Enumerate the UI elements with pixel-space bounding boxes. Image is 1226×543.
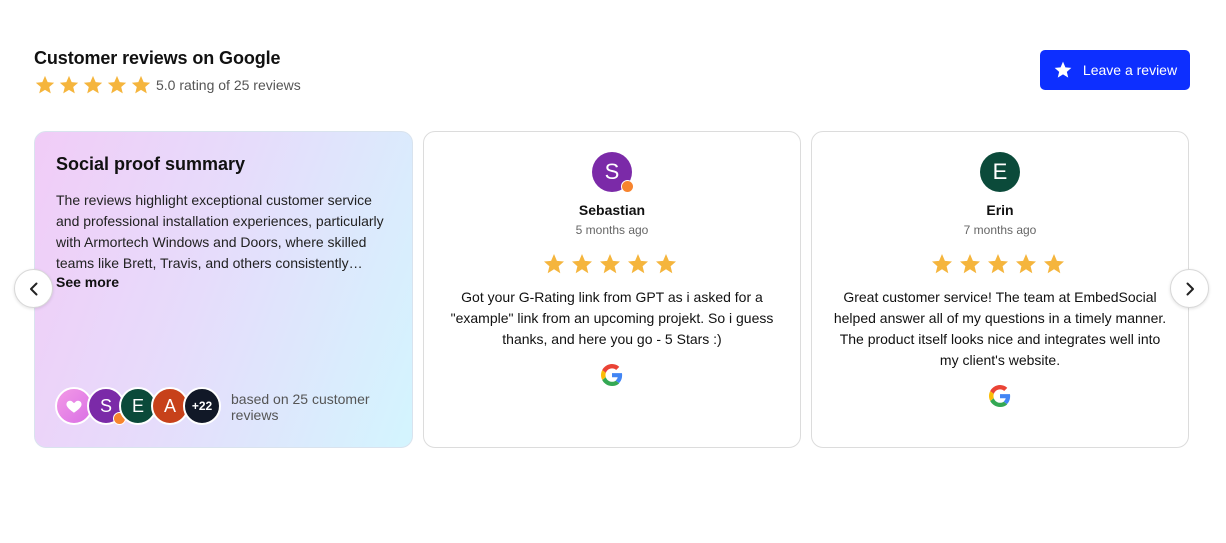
- review-star-rating: [812, 252, 1188, 276]
- star-icon: [598, 252, 626, 276]
- review-card: E Erin 7 months ago Great customer servi…: [811, 131, 1189, 448]
- star-icon: [654, 252, 682, 276]
- review-star-rating: [424, 252, 800, 276]
- reviews-header: Customer reviews on Google 5.0 rating of…: [34, 48, 1190, 100]
- review-time: 5 months ago: [575, 223, 649, 237]
- review-text: Got your G-Rating link from GPT as i ask…: [450, 289, 774, 347]
- star-icon: [570, 252, 598, 276]
- star-icon: [626, 252, 654, 276]
- review-time: 7 months ago: [963, 223, 1037, 237]
- summary-title: Social proof summary: [56, 154, 246, 174]
- reviewer-name: Erin: [986, 202, 1014, 218]
- overall-star-rating: [34, 74, 154, 96]
- star-icon: [1054, 61, 1072, 78]
- google-icon: [989, 385, 1011, 407]
- star-icon: [986, 252, 1014, 276]
- more-reviewers-count: +22: [183, 387, 221, 425]
- leave-review-button[interactable]: Leave a review: [1040, 50, 1190, 90]
- star-icon: [958, 252, 986, 276]
- badge-icon: [621, 180, 634, 193]
- star-icon: [1014, 252, 1042, 276]
- star-icon: [82, 74, 106, 96]
- heart-icon: [66, 400, 82, 413]
- summary-text: The reviews highlight exceptional custom…: [56, 192, 384, 271]
- rating-summary-text: 5.0 rating of 25 reviews: [156, 77, 301, 93]
- star-icon: [130, 74, 154, 96]
- carousel-next-button[interactable]: [1170, 269, 1209, 308]
- overall-rating: 5.0 rating of 25 reviews: [34, 74, 301, 96]
- review-card: S Sebastian 5 months ago Got your G-Rati…: [423, 131, 801, 448]
- star-icon: [542, 252, 570, 276]
- leave-review-label: Leave a review: [1082, 62, 1178, 78]
- avatar: E: [980, 152, 1020, 192]
- reviewer-name: Sebastian: [578, 202, 646, 218]
- star-icon: [58, 74, 82, 96]
- star-icon: [1042, 252, 1070, 276]
- chevron-right-icon: [1186, 282, 1194, 295]
- google-icon: [601, 364, 623, 386]
- star-icon: [34, 74, 58, 96]
- based-on-text: based on 25 customer reviews: [231, 391, 370, 423]
- reviewer-avatars: S E A +22: [55, 387, 221, 425]
- see-more-link[interactable]: See more: [56, 274, 119, 290]
- social-proof-summary-card: Social proof summary The reviews highlig…: [34, 131, 413, 448]
- page-title: Customer reviews on Google: [34, 48, 281, 68]
- chevron-left-icon: [29, 282, 37, 295]
- star-icon: [106, 74, 130, 96]
- star-icon: [930, 252, 958, 276]
- avatar: S: [592, 152, 634, 193]
- review-text: Great customer service! The team at Embe…: [833, 289, 1167, 368]
- carousel-prev-button[interactable]: [14, 269, 53, 308]
